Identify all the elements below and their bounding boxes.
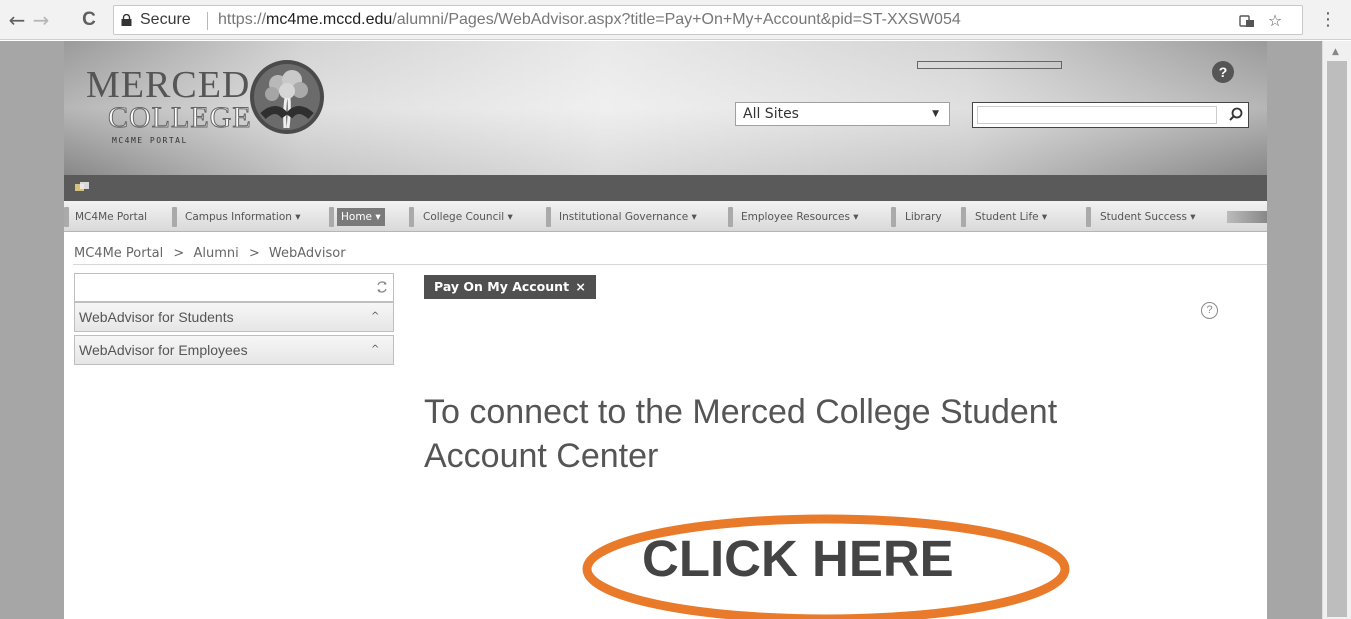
nav-item-college-council[interactable]: College Council ▾ [419,208,517,226]
help-icon[interactable]: ? [1212,61,1234,83]
menu-row-label: WebAdvisor for Employees [79,342,248,358]
site-scope-select[interactable]: All Sites ▼ [735,102,950,126]
nav-separator [891,207,896,227]
site-info-icon[interactable] [1238,12,1256,30]
site-scope-value: All Sites [743,106,799,122]
nav-separator [329,207,334,227]
nav-separator [409,207,414,227]
logo-college-text[interactable]: COLLEGE [108,101,252,135]
click-here-link[interactable]: CLICK HERE [642,533,954,585]
nav-separator [172,207,177,227]
panel-header [74,273,394,302]
tree-logo-icon[interactable] [248,58,326,136]
nav-separator [546,207,551,227]
nav-item-campus-information[interactable]: Campus Information ▾ [181,208,305,226]
nav-item-library[interactable]: Library [901,208,946,226]
breadcrumb-separator: > [248,246,260,261]
url-prefix: https:// [218,11,267,28]
tab-pay-on-my-account[interactable]: Pay On My Account × [424,275,596,299]
chevron-up-icon[interactable]: ^ [371,303,379,331]
address-separator [207,12,208,30]
url-text[interactable]: https://mc4me.mccd.edu/alumni/Pages/WebA… [218,6,961,34]
page-background-right [1267,41,1322,619]
forward-button[interactable]: → [30,8,52,32]
menu-webadvisor-students[interactable]: WebAdvisor for Students ^ [74,302,394,332]
vertical-scrollbar[interactable]: ▲ [1322,41,1351,619]
scroll-thumb[interactable] [1327,61,1347,617]
nav-separator [64,207,69,227]
nav-item-home[interactable]: Home ▾ [337,208,385,226]
nav-item-institutional-governance[interactable]: Institutional Governance ▾ [555,208,701,226]
webadvisor-menu-panel: WebAdvisor for Students ^ WebAdvisor for… [74,273,394,367]
url-host: mc4me.mccd.edu [266,11,393,28]
breadcrumb-item[interactable]: WebAdvisor [269,246,346,261]
scroll-up-arrow-icon[interactable]: ▲ [1332,47,1339,57]
search-text-field[interactable] [977,106,1217,124]
nav-item-student-success[interactable]: Student Success ▾ [1096,208,1200,226]
refresh-icon[interactable] [375,280,389,294]
back-button[interactable]: ← [6,8,28,32]
breadcrumb-divider [73,264,1267,265]
search-icon[interactable] [1226,105,1246,125]
nav-separator [728,207,733,227]
ribbon-strip [64,175,1267,201]
breadcrumb-item[interactable]: Alumni [193,246,238,261]
nav-item-student-life[interactable]: Student Life ▾ [971,208,1051,226]
nav-separator [1086,207,1091,227]
browser-toolbar: ← → C Secure https://mc4me.mccd.edu/alum… [0,0,1351,40]
close-icon[interactable]: × [575,279,585,294]
portal-page: MERCED COLLEGE MC4ME PORTAL ? All Sites … [64,41,1267,619]
page-background-left [0,41,64,619]
tab-label: Pay On My Account [434,279,570,294]
breadcrumb: MC4Me Portal > Alumni > WebAdvisor [74,246,346,261]
chevron-up-icon[interactable]: ^ [371,336,379,364]
breadcrumb-separator: > [173,246,185,261]
search-input[interactable] [972,102,1249,128]
nav-end-cap [1227,211,1267,223]
star-icon[interactable]: ☆ [1266,12,1284,30]
nav-separator [961,207,966,227]
breadcrumb-item[interactable]: MC4Me Portal [74,246,163,261]
nav-item-mc4me-portal[interactable]: MC4Me Portal [71,208,151,226]
dropdown-arrow-icon: ▼ [932,109,939,119]
reload-button[interactable]: C [78,8,100,32]
nav-item-employee-resources[interactable]: Employee Resources ▾ [737,208,863,226]
lock-icon [121,14,132,26]
connect-instructions: To connect to the Merced College Student… [424,393,1058,475]
address-bar[interactable]: Secure https://mc4me.mccd.edu/alumni/Pag… [113,5,1303,35]
menu-webadvisor-employees[interactable]: WebAdvisor for Employees ^ [74,335,394,365]
menu-row-label: WebAdvisor for Students [79,309,234,325]
secure-label: Secure [140,11,191,28]
top-navigation: MC4Me Portal Campus Information ▾ Home ▾… [64,201,1267,232]
content-help-icon[interactable]: ? [1201,302,1218,319]
browser-menu-icon[interactable]: ⋮ [1318,8,1338,32]
logo-subtitle: MC4ME PORTAL [112,136,188,145]
user-status-bar[interactable] [917,61,1062,69]
browse-ribbon-icon[interactable] [74,181,90,193]
url-path: /alumni/Pages/WebAdvisor.aspx?title=Pay+… [392,11,961,28]
